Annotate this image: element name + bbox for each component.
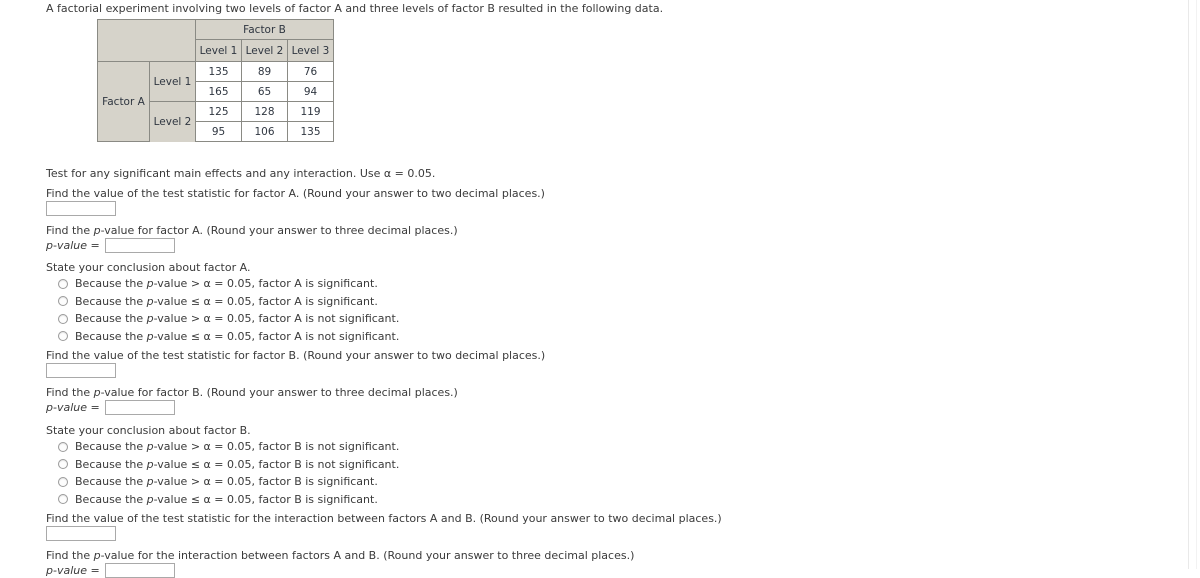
radio-icon[interactable] bbox=[58, 313, 68, 324]
factor-a-header: Factor A bbox=[97, 61, 150, 142]
factor-b-pvalue-label: p-value = bbox=[46, 401, 100, 414]
table-row-header-top: Factor B bbox=[97, 19, 334, 62]
page-gutter-line bbox=[1188, 0, 1189, 569]
interaction-pvalue-input[interactable] bbox=[104, 563, 175, 578]
factor-b-level-2-header: Level 2 bbox=[241, 39, 288, 62]
factor-b-statistic-input[interactable] bbox=[46, 363, 116, 378]
factor-b-conclusion-options: Because the p-value > α = 0.05, factor B… bbox=[58, 438, 399, 508]
factor-b-conclusion-prompt: State your conclusion about factor B. bbox=[46, 424, 251, 437]
option-label: Because the p-value ≤ α = 0.05, factor B… bbox=[75, 492, 378, 506]
factor-a-level-1-label: Level 1 bbox=[149, 61, 196, 102]
factor-a-option-2[interactable]: Because the p-value ≤ α = 0.05, factor A… bbox=[58, 293, 399, 311]
factor-b-option-1[interactable]: Because the p-value > α = 0.05, factor B… bbox=[58, 438, 399, 456]
factorial-data-table: Factor B Level 1 Level 2 Level 3 Factor … bbox=[97, 19, 334, 142]
radio-icon[interactable] bbox=[58, 296, 68, 307]
factor-a-level-2-label: Level 2 bbox=[149, 101, 196, 142]
factor-a-conclusion-prompt: State your conclusion about factor A. bbox=[46, 261, 251, 274]
radio-icon[interactable] bbox=[58, 331, 68, 342]
option-label: Because the p-value > α = 0.05, factor B… bbox=[75, 440, 400, 454]
factor-b-pvalue-row: p-value = bbox=[46, 400, 175, 415]
factor-a-statistic-input[interactable] bbox=[46, 201, 116, 216]
instruction-text: Test for any significant main effects an… bbox=[46, 167, 436, 180]
table-corner-cell bbox=[97, 19, 196, 62]
radio-icon[interactable] bbox=[58, 494, 68, 505]
radio-icon[interactable] bbox=[58, 476, 68, 487]
table-cell: 128 bbox=[241, 101, 288, 122]
interaction-pvalue-prompt: Find the p-value for the interaction bet… bbox=[46, 549, 635, 562]
table-cell: 106 bbox=[241, 121, 288, 142]
interaction-pvalue-row: p-value = bbox=[46, 563, 175, 578]
factor-a-pvalue-input[interactable] bbox=[104, 238, 175, 253]
factor-b-option-3[interactable]: Because the p-value > α = 0.05, factor B… bbox=[58, 473, 399, 491]
factor-b-pvalue-input[interactable] bbox=[104, 400, 175, 415]
interaction-statistic-input[interactable] bbox=[46, 526, 116, 541]
option-label: Because the p-value > α = 0.05, factor A… bbox=[75, 277, 378, 291]
table-cell: 95 bbox=[195, 121, 242, 142]
table-cell: 135 bbox=[287, 121, 334, 142]
factor-b-header: Factor B bbox=[195, 19, 334, 40]
factor-a-pvalue-prompt: Find the p-value for factor A. (Round yo… bbox=[46, 224, 458, 237]
intro-text: A factorial experiment involving two lev… bbox=[46, 2, 664, 15]
factorial-data-table-wrapper: Factor B Level 1 Level 2 Level 3 Factor … bbox=[97, 19, 334, 142]
table-cell: 135 bbox=[195, 61, 242, 82]
factor-a-statistic-prompt: Find the value of the test statistic for… bbox=[46, 187, 545, 200]
option-label: Because the p-value ≤ α = 0.05, factor A… bbox=[75, 329, 400, 343]
interaction-pvalue-label: p-value = bbox=[46, 564, 100, 577]
factor-b-option-2[interactable]: Because the p-value ≤ α = 0.05, factor B… bbox=[58, 456, 399, 474]
factor-a-option-4[interactable]: Because the p-value ≤ α = 0.05, factor A… bbox=[58, 328, 399, 346]
factor-a-option-1[interactable]: Because the p-value > α = 0.05, factor A… bbox=[58, 275, 399, 293]
radio-icon[interactable] bbox=[58, 459, 68, 470]
table-row: Factor A Level 1 135 89 76 bbox=[97, 61, 334, 142]
table-cell: 119 bbox=[287, 101, 334, 122]
option-label: Because the p-value ≤ α = 0.05, factor B… bbox=[75, 457, 400, 471]
table-cell: 89 bbox=[241, 61, 288, 82]
table-cell: 65 bbox=[241, 81, 288, 102]
factor-a-pvalue-row: p-value = bbox=[46, 238, 175, 253]
factor-a-pvalue-label: p-value = bbox=[46, 239, 100, 252]
option-label: Because the p-value ≤ α = 0.05, factor A… bbox=[75, 294, 378, 308]
option-label: Because the p-value > α = 0.05, factor A… bbox=[75, 312, 400, 326]
table-cell: 125 bbox=[195, 101, 242, 122]
table-cell: 76 bbox=[287, 61, 334, 82]
interaction-statistic-prompt: Find the value of the test statistic for… bbox=[46, 512, 722, 525]
radio-icon[interactable] bbox=[58, 278, 68, 289]
table-cell: 94 bbox=[287, 81, 334, 102]
page-gutter-line-secondary bbox=[1196, 0, 1197, 569]
factor-b-pvalue-prompt: Find the p-value for factor B. (Round yo… bbox=[46, 386, 458, 399]
factor-a-conclusion-options: Because the p-value > α = 0.05, factor A… bbox=[58, 275, 399, 345]
factor-b-statistic-prompt: Find the value of the test statistic for… bbox=[46, 349, 546, 362]
factor-b-level-1-header: Level 1 bbox=[195, 39, 242, 62]
radio-icon[interactable] bbox=[58, 441, 68, 452]
factor-b-option-4[interactable]: Because the p-value ≤ α = 0.05, factor B… bbox=[58, 491, 399, 509]
factor-b-level-3-header: Level 3 bbox=[287, 39, 334, 62]
factor-a-option-3[interactable]: Because the p-value > α = 0.05, factor A… bbox=[58, 310, 399, 328]
option-label: Because the p-value > α = 0.05, factor B… bbox=[75, 475, 378, 489]
table-cell: 165 bbox=[195, 81, 242, 102]
